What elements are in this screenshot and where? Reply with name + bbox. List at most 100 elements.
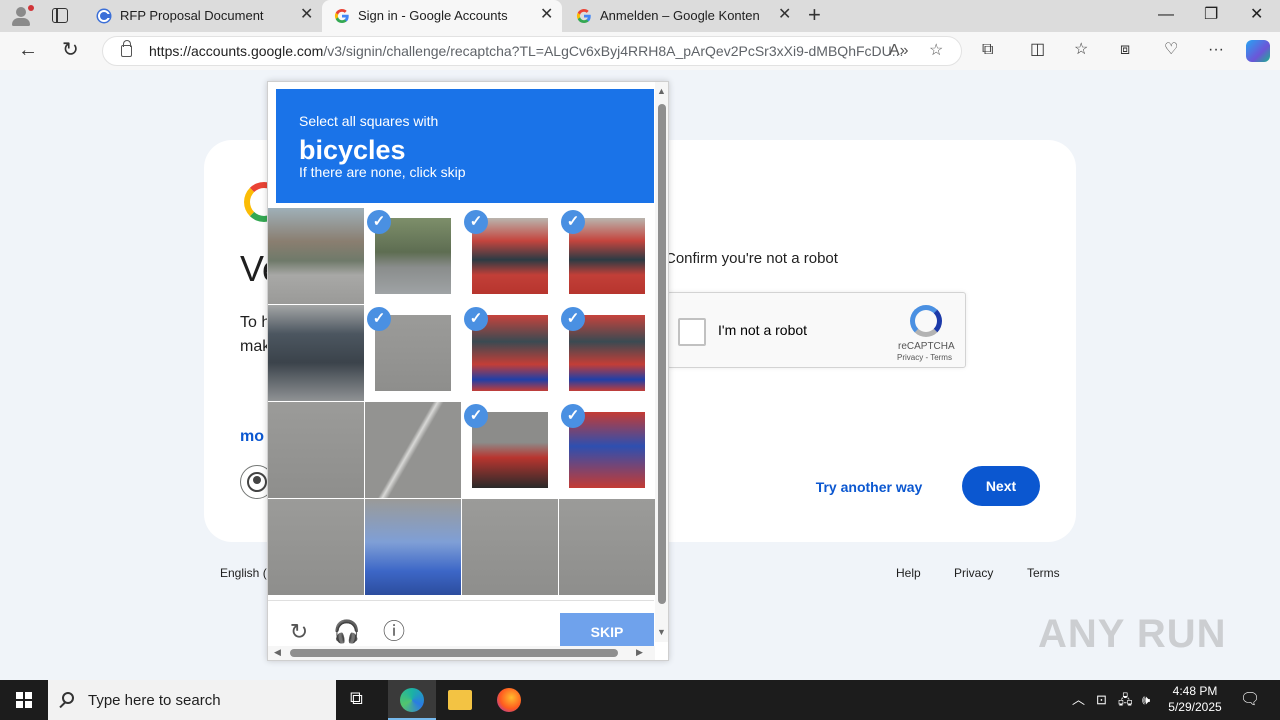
tile-image — [268, 305, 364, 401]
volume-icon[interactable]: 🕪 — [1142, 691, 1150, 709]
notifications-icon[interactable]: 🗨 — [1240, 691, 1260, 709]
close-tab-icon[interactable]: ✕ — [540, 6, 553, 24]
challenge-tile[interactable] — [365, 402, 461, 498]
scroll-right-icon[interactable]: ▶ — [636, 647, 643, 658]
info-icon[interactable]: ⓘ — [381, 619, 407, 645]
vertical-scrollbar[interactable]: ▲ ▼ — [655, 82, 668, 642]
privacy-link[interactable]: Privacy — [954, 566, 993, 580]
recaptcha-label: I'm not a robot — [718, 322, 808, 338]
firefox-icon[interactable] — [497, 688, 521, 712]
scroll-left-icon[interactable]: ◀ — [274, 647, 281, 658]
challenge-tile[interactable] — [559, 499, 655, 595]
challenge-tile[interactable] — [268, 208, 364, 304]
challenge-tile[interactable] — [462, 499, 558, 595]
restore-icon[interactable]: ❐ — [1204, 5, 1218, 25]
tab-actions-icon[interactable] — [52, 8, 68, 23]
extensions-icon[interactable]: ⧉ — [982, 40, 993, 60]
tile-selected-check-icon: ✓ — [367, 307, 391, 331]
edge-taskbar-button[interactable] — [388, 680, 436, 720]
tab-title: RFP Proposal Document — [120, 8, 264, 23]
close-tab-icon[interactable]: ✕ — [300, 6, 313, 24]
search-placeholder: Type here to search — [88, 692, 221, 709]
recaptcha-terms-link[interactable]: Privacy - Terms — [897, 353, 952, 362]
horizontal-scrollbar[interactable]: ◀ ▶ — [268, 646, 655, 660]
edge-icon — [400, 688, 424, 712]
more-menu-icon[interactable]: ··· — [1208, 40, 1224, 60]
file-explorer-icon[interactable] — [448, 690, 472, 710]
profile-icon[interactable] — [10, 5, 34, 27]
recaptcha-checkbox[interactable] — [678, 318, 706, 346]
challenge-tile[interactable]: ✓ — [462, 208, 558, 304]
favorite-star-icon[interactable]: ☆ — [929, 41, 943, 61]
collections-icon[interactable]: ⧈ — [1120, 40, 1130, 60]
tile-image — [268, 402, 364, 498]
tab-sign-in[interactable]: Sign in - Google Accounts ✕ — [322, 0, 562, 32]
device-icon[interactable]: ⊡ — [1096, 691, 1107, 709]
tile-selected-check-icon: ✓ — [464, 210, 488, 234]
challenge-tile[interactable]: ✓ — [365, 305, 461, 401]
scroll-down-icon[interactable]: ▼ — [657, 627, 666, 637]
try-another-way-button[interactable]: Try another way — [808, 468, 930, 508]
tile-selected-check-icon: ✓ — [464, 307, 488, 331]
browser-essentials-icon[interactable]: ♡ — [1164, 40, 1178, 60]
taskbar-search[interactable]: Type here to search — [48, 680, 336, 720]
challenge-tile[interactable]: ✓ — [462, 305, 558, 401]
address-bar[interactable]: https://accounts.google.com/v3/signin/ch… — [102, 36, 962, 66]
tile-selected-check-icon: ✓ — [561, 307, 585, 331]
tile-image — [365, 499, 461, 595]
copilot-icon[interactable] — [1246, 40, 1270, 62]
show-hidden-icons-icon[interactable]: ︿ — [1072, 691, 1085, 709]
language-selector[interactable]: English ( — [220, 566, 267, 580]
url-text[interactable]: https://accounts.google.com/v3/signin/ch… — [149, 43, 903, 59]
tab-rfp-proposal[interactable]: RFP Proposal Document ✕ — [84, 0, 320, 32]
confirm-robot-text: Confirm you're not a robot — [665, 250, 838, 267]
tile-image — [559, 499, 655, 595]
tile-selected-check-icon: ✓ — [561, 404, 585, 428]
challenge-tile[interactable] — [365, 499, 461, 595]
reload-challenge-icon[interactable]: ↻ — [286, 619, 312, 645]
favorites-icon[interactable]: ☆ — [1074, 40, 1088, 60]
minimize-icon[interactable]: — — [1158, 5, 1174, 25]
account-circle-icon — [247, 472, 267, 492]
challenge-tile[interactable]: ✓ — [559, 208, 655, 304]
close-window-icon[interactable]: ✕ — [1250, 5, 1263, 25]
tile-image — [268, 208, 364, 304]
next-button[interactable]: Next — [962, 466, 1040, 506]
tab-strip: RFP Proposal Document ✕ Sign in - Google… — [0, 0, 1280, 32]
challenge-header: Select all squares with bicycles If ther… — [276, 89, 654, 203]
challenge-tile[interactable] — [268, 305, 364, 401]
windows-start-icon[interactable] — [16, 692, 32, 708]
challenge-tile[interactable]: ✓ — [559, 402, 655, 498]
challenge-tile[interactable] — [268, 402, 364, 498]
recaptcha-challenge-popup: Select all squares with bicycles If ther… — [267, 81, 669, 661]
close-tab-icon[interactable]: ✕ — [778, 6, 791, 24]
challenge-instruction: Select all squares with — [299, 113, 439, 129]
skip-button[interactable]: SKIP — [560, 613, 654, 647]
taskbar-clock[interactable]: 4:48 PM 5/29/2025 — [1160, 683, 1230, 715]
challenge-tile[interactable]: ✓ — [462, 402, 558, 498]
challenge-tile[interactable]: ✓ — [365, 208, 461, 304]
learn-more-link[interactable]: mo — [240, 428, 264, 446]
scroll-thumb[interactable] — [658, 104, 666, 604]
network-icon[interactable]: 🖧 — [1118, 691, 1133, 709]
taskbar: Type here to search ⧉ ︿ ⊡ 🖧 🕪 4:48 PM 5/… — [0, 680, 1280, 720]
scroll-thumb[interactable] — [290, 649, 618, 657]
terms-link[interactable]: Terms — [1027, 566, 1060, 580]
challenge-tile[interactable]: ✓ — [559, 305, 655, 401]
tile-selected-check-icon: ✓ — [561, 210, 585, 234]
tab-title: Anmelden – Google Konten — [600, 8, 760, 23]
back-icon[interactable]: ← — [18, 38, 38, 62]
tab-anmelden[interactable]: Anmelden – Google Konten ✕ — [564, 0, 800, 32]
scroll-up-icon[interactable]: ▲ — [657, 86, 666, 96]
new-tab-icon[interactable]: + — [808, 3, 821, 27]
challenge-tile-grid: ✓ ✓ ✓ ✓ ✓ ✓ ✓ ✓ — [268, 208, 655, 595]
task-view-icon[interactable]: ⧉ — [350, 689, 363, 707]
challenge-tile[interactable] — [268, 499, 364, 595]
audio-challenge-icon[interactable]: 🎧 — [333, 619, 360, 645]
lock-icon[interactable] — [121, 40, 132, 57]
split-screen-icon[interactable]: ◫ — [1030, 40, 1045, 60]
refresh-icon[interactable]: ↻ — [62, 38, 79, 62]
read-aloud-icon[interactable]: A» — [889, 41, 909, 61]
help-link[interactable]: Help — [896, 566, 921, 580]
recaptcha-widget: I'm not a robot reCAPTCHA Privacy - Term… — [667, 292, 966, 368]
